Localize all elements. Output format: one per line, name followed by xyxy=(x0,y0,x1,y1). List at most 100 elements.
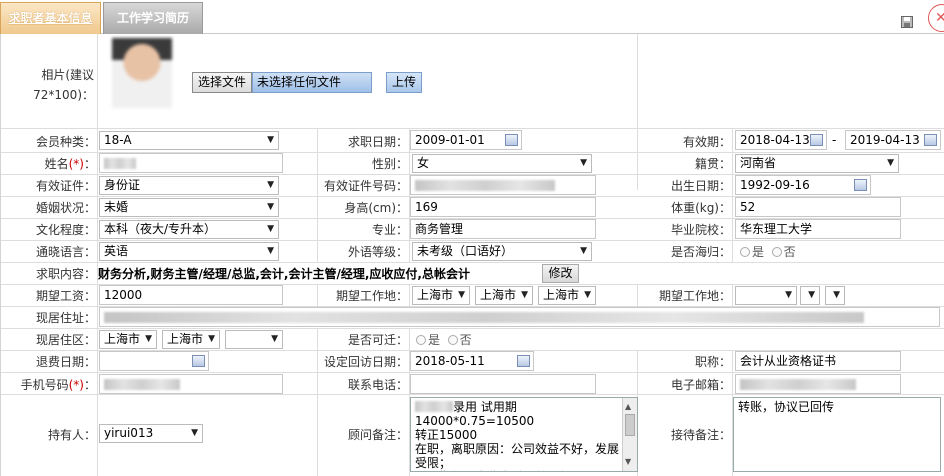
scroll-down-icon[interactable]: ▼ xyxy=(625,455,631,469)
education-label: 文化程度： xyxy=(35,223,96,237)
overseas-no-radio[interactable] xyxy=(771,247,782,257)
revisit-date-input[interactable]: 2018-05-11 xyxy=(410,351,534,371)
mobile-input[interactable] xyxy=(99,374,283,394)
weight-label: 体重(kg)： xyxy=(671,201,731,215)
redacted-address xyxy=(104,312,864,323)
height-input[interactable]: 169 xyxy=(410,197,596,217)
job-date-input[interactable]: 2009-01-01 xyxy=(410,130,522,150)
redacted-notes-name xyxy=(415,401,453,412)
choose-file-button[interactable]: 选择文件 xyxy=(192,72,252,93)
chevron-down-icon: ▼ xyxy=(267,180,274,190)
current-area-city-select[interactable]: 上海市 ▼ xyxy=(162,330,220,349)
expected-location-district-select[interactable]: 上海市 ▼ xyxy=(538,286,596,305)
education-select[interactable]: 本科（夜大/专升本） ▼ xyxy=(99,220,279,239)
relocate-yes-radio[interactable] xyxy=(416,335,426,345)
current-area-province-select[interactable]: 上海市 ▼ xyxy=(99,330,157,349)
overseas-yes-radio[interactable] xyxy=(740,247,750,257)
chevron-down-icon: ▼ xyxy=(267,202,274,212)
current-address-input[interactable] xyxy=(99,307,940,327)
chevron-down-icon: ▼ xyxy=(785,290,792,300)
language-select[interactable]: 英语 ▼ xyxy=(99,242,279,261)
current-area-district-select[interactable]: ▼ xyxy=(225,330,283,349)
weight-input[interactable]: 52 xyxy=(735,197,901,217)
chevron-down-icon: ▼ xyxy=(267,246,274,256)
calendar-icon[interactable] xyxy=(517,355,530,367)
birth-date-input[interactable]: 1992-09-16 xyxy=(735,175,871,195)
id-type-select[interactable]: 身份证 ▼ xyxy=(99,176,279,195)
modify-button[interactable]: 修改 xyxy=(542,264,579,283)
holder-select[interactable]: yirui013 ▼ xyxy=(99,424,203,443)
member-type-select[interactable]: 18-A ▼ xyxy=(99,131,279,150)
name-input[interactable] xyxy=(99,153,283,173)
calendar-icon[interactable] xyxy=(505,134,518,146)
tab-basic-info[interactable]: 求职者基本信息 xyxy=(0,2,101,34)
expected-location-2-province-select[interactable]: ▼ xyxy=(735,286,797,305)
consultant-notes-label: 顾问备注： xyxy=(347,428,408,442)
valid-period-label: 有效期： xyxy=(682,135,731,149)
foreign-level-select[interactable]: 未考级（口语好） ▼ xyxy=(412,242,592,261)
redacted-email xyxy=(740,379,856,390)
holder-label: 持有人： xyxy=(47,428,96,442)
relocate-label: 是否可迁： xyxy=(347,333,408,347)
redacted-id-number xyxy=(415,180,555,191)
title-label: 职称： xyxy=(694,355,731,369)
revisit-date-label: 设定回访日期： xyxy=(323,355,408,369)
gender-select[interactable]: 女 ▼ xyxy=(412,154,592,173)
calendar-icon[interactable] xyxy=(924,134,937,146)
close-icon[interactable]: ✕ xyxy=(928,4,944,32)
valid-from-input[interactable]: 2018-04-13 xyxy=(735,130,827,150)
chevron-down-icon: ▼ xyxy=(833,290,840,300)
upload-button[interactable]: 上传 xyxy=(386,72,422,93)
expected-location-city-select[interactable]: 上海市 ▼ xyxy=(475,286,533,305)
relocate-no-radio[interactable] xyxy=(447,335,458,345)
foreign-level-label: 外语等级： xyxy=(347,245,408,259)
school-input[interactable]: 华东理工大学 xyxy=(735,219,901,239)
calendar-icon[interactable] xyxy=(192,355,205,367)
calendar-icon[interactable] xyxy=(854,179,867,191)
email-input[interactable] xyxy=(735,374,901,394)
name-label: 姓名(*)： xyxy=(44,157,96,171)
chevron-down-icon: ▼ xyxy=(580,158,587,168)
chevron-down-icon: ▼ xyxy=(584,290,591,300)
calendar-icon[interactable] xyxy=(810,134,823,146)
member-type-label: 会员种类： xyxy=(35,135,96,149)
valid-to-input[interactable]: 2019-04-13 xyxy=(845,130,941,150)
id-number-input[interactable] xyxy=(410,175,596,195)
phone-input[interactable] xyxy=(410,374,596,394)
expected-location-2-city-select[interactable]: ▼ xyxy=(800,286,820,305)
language-label: 通晓语言： xyxy=(35,245,96,259)
notes-scrollbar[interactable]: ▲ ▼ xyxy=(622,398,637,471)
job-date-label: 求职日期： xyxy=(347,135,408,149)
chevron-down-icon: ▼ xyxy=(458,290,465,300)
title-input[interactable]: 会计从业资格证书 xyxy=(735,351,901,371)
chevron-down-icon: ▼ xyxy=(208,334,215,344)
job-content-label: 求职内容： xyxy=(35,267,96,281)
chevron-down-icon: ▼ xyxy=(580,246,587,256)
school-label: 毕业院校： xyxy=(670,223,731,237)
current-address-label: 现居住址： xyxy=(35,311,96,325)
current-area-label: 现居住区： xyxy=(35,333,96,347)
photo-label-size: 72*100)： xyxy=(33,88,94,102)
tab-work-study-resume[interactable]: 工作学习简历 xyxy=(103,2,203,34)
expected-location-province-select[interactable]: 上海市 ▼ xyxy=(412,286,470,305)
native-place-label: 籍贯： xyxy=(694,157,731,171)
major-input[interactable]: 商务管理 xyxy=(410,219,596,239)
refund-date-input[interactable] xyxy=(99,351,209,371)
scroll-up-icon[interactable]: ▲ xyxy=(625,400,631,414)
reception-notes-label: 接待备注： xyxy=(670,428,731,442)
expected-location-2-district-select[interactable]: ▼ xyxy=(825,286,845,305)
chevron-down-icon: ▼ xyxy=(145,334,152,344)
marital-select[interactable]: 未婚 ▼ xyxy=(99,198,279,217)
photo-label: 相片(建议 xyxy=(41,68,94,82)
native-place-select[interactable]: 河南省 ▼ xyxy=(735,154,899,173)
consultant-notes-textarea[interactable]: 录用 试用期14000*0.75=10500 转正15000 在职，离职原因：公… xyxy=(410,397,638,472)
reception-notes-textarea[interactable]: 转账，协议已回传 xyxy=(733,397,941,472)
expected-salary-input[interactable]: 12000 xyxy=(99,285,283,305)
chevron-down-icon: ▼ xyxy=(191,428,198,438)
save-icon[interactable] xyxy=(901,16,913,28)
gender-label: 性别： xyxy=(371,157,408,171)
scroll-thumb[interactable] xyxy=(625,414,635,436)
chevron-down-icon: ▼ xyxy=(521,290,528,300)
tab-bar: 求职者基本信息 工作学习简历 ✕ xyxy=(0,0,944,34)
email-label: 电子邮箱： xyxy=(670,378,731,392)
